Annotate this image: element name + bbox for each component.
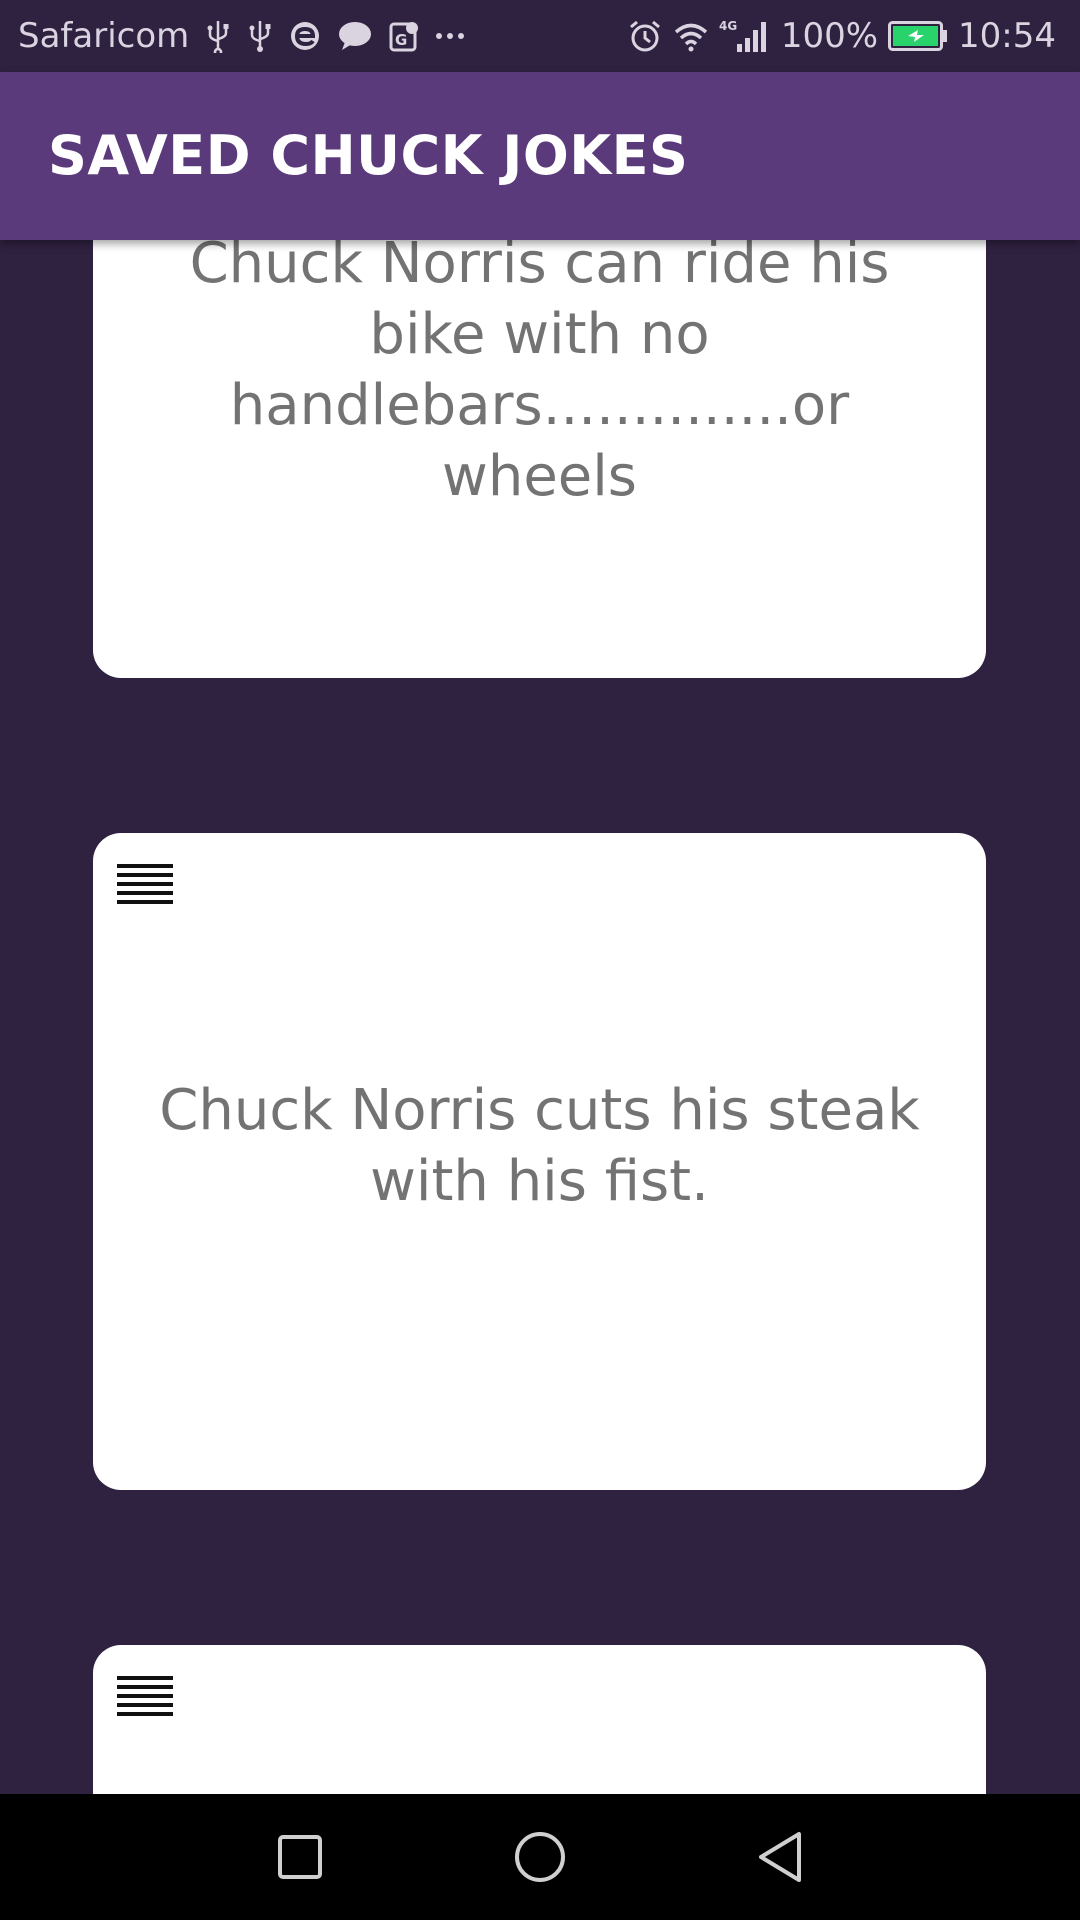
- status-bar: Safaricom G 4G 100% 10:54: [0, 0, 1080, 72]
- battery-percent: 100%: [780, 16, 879, 56]
- signal-4g-icon: 4G: [719, 18, 771, 54]
- carrier-name: Safaricom: [18, 16, 190, 56]
- usb-icon: [247, 19, 273, 53]
- home-circle-icon[interactable]: [480, 1794, 600, 1920]
- joke-text: Chuck Norris cuts his steak with his fis…: [159, 1078, 920, 1214]
- recents-square-icon[interactable]: [240, 1794, 360, 1920]
- navigation-bar: [0, 1794, 1080, 1920]
- joke-list[interactable]: Chuck Norris can ride his bike with no h…: [0, 240, 1080, 1794]
- status-right: 4G 100% 10:54: [627, 0, 1056, 72]
- joke-text: Chuck Norris can ride his bike with no h…: [189, 240, 890, 509]
- alarm-icon: [627, 18, 663, 54]
- battery-charging-icon: [888, 21, 948, 51]
- network-type-label: 4G: [719, 19, 737, 33]
- joke-card[interactable]: [93, 1645, 986, 1794]
- svg-text:G: G: [395, 31, 407, 49]
- page-title: SAVED CHUCK JOKES: [48, 124, 689, 187]
- drag-handle-icon[interactable]: [117, 861, 173, 909]
- joke-card[interactable]: Chuck Norris can ride his bike with no h…: [93, 240, 986, 678]
- clock: 10:54: [958, 16, 1056, 56]
- status-left: Safaricom G: [18, 0, 465, 72]
- screen: Safaricom G 4G 100% 10:54 SAVED CHUCK JO…: [0, 0, 1080, 1920]
- chat-bubble-icon: [337, 20, 373, 52]
- opera-icon: [289, 20, 321, 52]
- drag-handle-icon[interactable]: [117, 1673, 173, 1721]
- maps-icon: G: [389, 20, 419, 52]
- wifi-icon: [673, 20, 709, 52]
- joke-card[interactable]: Chuck Norris cuts his steak with his fis…: [93, 833, 986, 1490]
- more-dots-icon: [435, 31, 465, 41]
- usb-icon: [205, 19, 231, 53]
- app-bar: SAVED CHUCK JOKES: [0, 72, 1080, 240]
- back-triangle-icon[interactable]: [720, 1794, 840, 1920]
